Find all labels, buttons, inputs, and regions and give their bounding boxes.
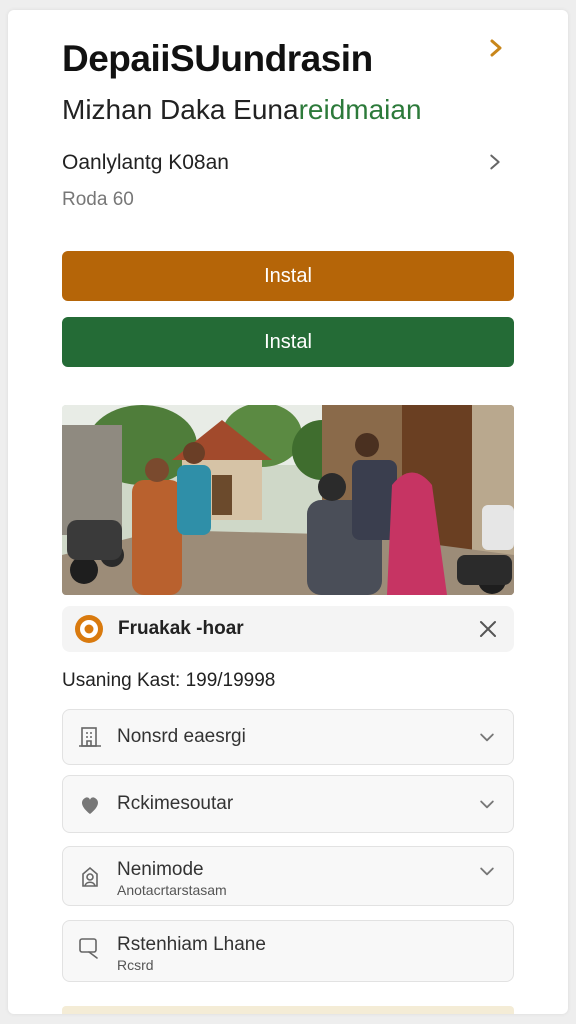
install-button-primary[interactable]: Instal (62, 251, 514, 301)
subtitle-accent: reidmaian (298, 94, 422, 125)
page-subtitle: Mizhan Daka Eunareidmaian (62, 94, 422, 126)
install-button-secondary[interactable]: Instal (62, 317, 514, 367)
building-icon (79, 727, 101, 747)
list-item[interactable]: Nenimode Anotacrtarstasam (62, 846, 514, 906)
village-photo (62, 405, 514, 595)
detail-row-label[interactable]: Oanlylantg K08an (62, 151, 229, 175)
list-item-sublabel: Rcsrd (117, 957, 154, 973)
chevron-right-icon[interactable] (484, 36, 508, 60)
subtitle-main: Mizhan Daka Euna (62, 94, 299, 125)
chevron-down-icon[interactable] (477, 861, 497, 881)
notification-bar[interactable]: Fruakak -hoar (62, 606, 514, 652)
bottom-banner (62, 1006, 514, 1014)
app-card: DepaiiSUundrasin Mizhan Daka Eunareidmai… (8, 10, 568, 1014)
list-item-sublabel: Anotacrtarstasam (117, 882, 227, 898)
heart-pin-icon (82, 797, 98, 814)
list-item-label: Rckimesoutar (117, 793, 234, 814)
detail-row-sub: Roda 60 (62, 189, 134, 210)
chat-icon (79, 938, 98, 959)
close-icon[interactable] (476, 617, 500, 641)
user-badge-icon (82, 866, 98, 887)
list-item-label: Nonsrd eaesrgi (117, 726, 246, 747)
list-item-label: Rstenhiam Lhane (117, 934, 266, 955)
list-item[interactable]: Rckimesoutar (62, 775, 514, 833)
chevron-down-icon[interactable] (477, 794, 497, 814)
list-item[interactable]: Rstenhiam Lhane Rcsrd (62, 920, 514, 982)
list-item-label: Nenimode (117, 859, 204, 880)
list-item[interactable]: Nonsrd eaesrgi (62, 709, 514, 765)
page-title: DepaiiSUundrasin (62, 38, 373, 79)
notification-text: Fruakak -hoar (118, 618, 244, 639)
info-badge-icon (75, 615, 103, 643)
meta-text: Usaning Kast: 199/19998 (62, 670, 276, 691)
chevron-right-icon[interactable] (484, 151, 506, 173)
chevron-down-icon[interactable] (477, 727, 497, 747)
